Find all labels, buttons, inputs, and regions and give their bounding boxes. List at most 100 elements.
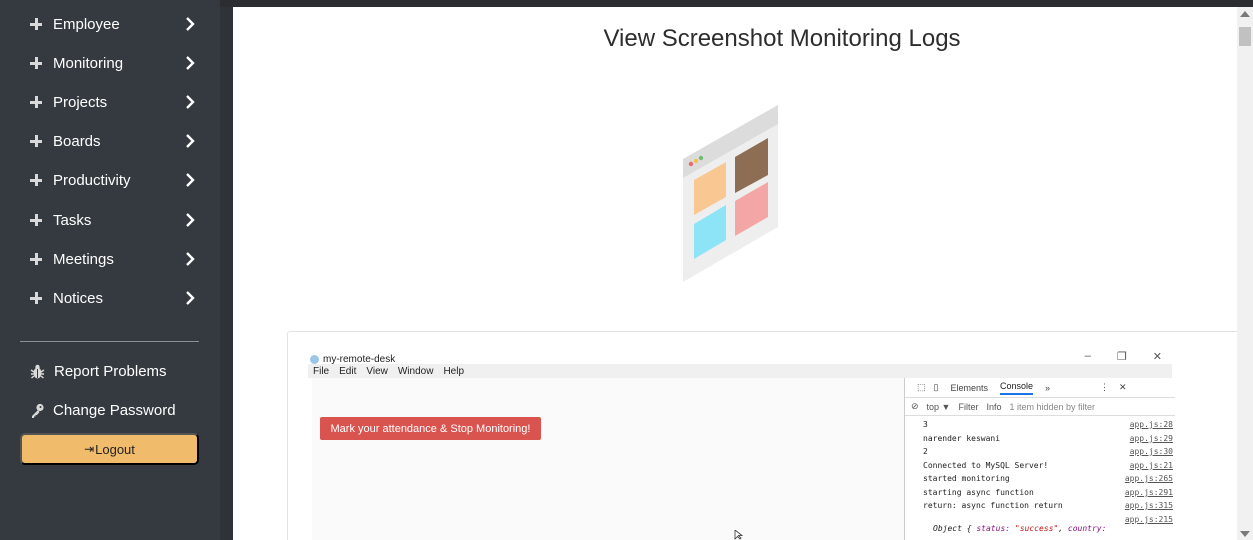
log-source: app.js:28 <box>1129 420 1173 429</box>
sidebar-item-label: Productivity <box>53 171 131 189</box>
sidebar-item-notices[interactable]: Notices <box>30 286 195 310</box>
scrollbar-thumb[interactable] <box>1239 27 1251 46</box>
log-source: app.js:265 <box>1124 474 1173 483</box>
sidebar-item-label: Tasks <box>53 211 92 229</box>
tab-console: Console <box>1000 381 1034 395</box>
sidebar-item-meetings[interactable]: Meetings <box>30 247 195 271</box>
scroll-down-icon[interactable] <box>1240 531 1250 537</box>
plus-icon <box>30 135 42 147</box>
kebab-icon: ⋮ <box>1100 382 1110 392</box>
sidebar: Employee Monitoring Projects Boards Prod… <box>0 0 220 540</box>
plus-icon <box>30 57 42 69</box>
log-source: app.js:315 <box>1124 501 1173 510</box>
menu-file: File <box>313 365 330 377</box>
sidebar-divider <box>20 341 199 342</box>
log-text: return: async function return <box>923 501 1063 510</box>
sidebar-item-productivity[interactable]: Productivity <box>30 168 195 192</box>
console-log-row: 3 app.js:28 <box>923 420 1173 429</box>
bug-icon <box>30 364 45 379</box>
console-log-row: return: async function return app.js:315 <box>923 501 1173 510</box>
level-select: Info <box>986 401 1002 412</box>
main-content: View Screenshot Monitoring Logs my-remot… <box>233 7 1237 540</box>
plus-icon <box>30 253 42 265</box>
sidebar-item-label: Monitoring <box>53 54 124 72</box>
sidebar-item-monitoring[interactable]: Monitoring <box>30 51 195 75</box>
menu-view: View <box>366 365 388 377</box>
window-illustration-icon <box>683 105 778 282</box>
report-problems-link[interactable]: Report Problems <box>30 363 167 380</box>
devtools-tabs: ⬚ ▯ Elements Console » ⋮ ✕ <box>905 378 1175 398</box>
sidebar-item-label: Notices <box>53 289 104 307</box>
close-icon: ✕ <box>1119 382 1127 392</box>
console-log-row: narender keswani app.js:29 <box>923 434 1173 443</box>
console-filter-bar: ⊘ top ▼ Filter Info 1 item hidden by fil… <box>905 398 1175 416</box>
scroll-up-icon[interactable] <box>1240 11 1250 17</box>
sidebar-item-projects[interactable]: Projects <box>30 90 195 114</box>
plus-icon <box>30 174 42 186</box>
log-text: starting async function <box>923 488 1034 497</box>
sidebar-item-label: Employee <box>53 15 120 33</box>
screenshot-card[interactable]: my-remote-desk – ❐ ✕ File Edit View Wind… <box>287 331 1237 540</box>
hidden-note: 1 item hidden by filter <box>1009 401 1096 412</box>
console-log-row: app.js:215 <box>923 515 1173 524</box>
log-text: narender keswani <box>923 434 1001 443</box>
page-title: View Screenshot Monitoring Logs <box>603 25 961 52</box>
sidebar-item-boards[interactable]: Boards <box>30 129 195 153</box>
sidebar-item-label: Boards <box>53 132 101 150</box>
mouse-cursor-icon <box>734 530 743 540</box>
plus-icon <box>30 214 42 226</box>
window-controls: – ❐ ✕ <box>1085 350 1162 363</box>
object-key: status: <box>976 524 1011 533</box>
window-menubar: File Edit View Window Help <box>308 364 1172 378</box>
log-source: app.js:29 <box>1129 434 1173 443</box>
console-object-line: Object { status: "success", country: <box>933 524 1107 533</box>
context-select: top ▼ <box>926 401 951 412</box>
plus-icon <box>30 18 42 30</box>
menu-window: Window <box>397 365 434 377</box>
close-icon: ✕ <box>1152 351 1162 363</box>
filter-input: Filter <box>958 401 979 412</box>
restore-icon: ❐ <box>1116 351 1127 363</box>
log-text: 3 <box>923 420 928 429</box>
block-icon: ⊘ <box>911 401 919 411</box>
window-title: my-remote-desk <box>323 353 396 365</box>
inspect-icon: ⬚ <box>917 382 926 392</box>
log-source: app.js:215 <box>1124 515 1173 524</box>
console-log-row: starting async function app.js:291 <box>923 488 1173 497</box>
devtools-panel: ⬚ ▯ Elements Console » ⋮ ✕ ⊘ top ▼ Filte… <box>904 378 1175 540</box>
app-icon <box>310 354 319 364</box>
chevron-right-icon <box>186 17 195 31</box>
object-prefix: Object { <box>933 524 972 533</box>
menu-help: Help <box>443 365 465 377</box>
log-source: app.js:291 <box>1124 488 1173 497</box>
plus-icon <box>30 292 42 304</box>
logout-label: Logout <box>95 441 135 457</box>
object-value: "success" <box>1014 524 1059 533</box>
change-password-label: Change Password <box>53 402 176 419</box>
key-icon <box>32 403 44 418</box>
console-log-row: 2 app.js:30 <box>923 447 1173 456</box>
log-text: Connected to MySQL Server! <box>923 461 1049 470</box>
log-source: app.js:30 <box>1129 447 1173 456</box>
console-log-row: started monitoring app.js:265 <box>923 474 1173 483</box>
chevron-right-icon <box>186 95 195 109</box>
chevron-right-icon <box>186 134 195 148</box>
sidebar-item-tasks[interactable]: Tasks <box>30 208 195 232</box>
log-text: started monitoring <box>923 474 1010 483</box>
console-log-row: Connected to MySQL Server! app.js:21 <box>923 461 1173 470</box>
chevron-right-icon <box>186 213 195 227</box>
log-text: 2 <box>923 447 928 456</box>
minimize-icon: – <box>1084 350 1091 362</box>
chevron-right-icon <box>186 173 195 187</box>
report-problems-label: Report Problems <box>54 363 167 380</box>
page-scrollbar[interactable] <box>1237 7 1253 540</box>
logout-button[interactable]: ⇥ Logout <box>20 433 199 465</box>
plus-icon <box>30 96 42 108</box>
chevron-right-icon <box>186 291 195 305</box>
device-icon: ▯ <box>933 382 939 392</box>
object-key: country: <box>1067 524 1107 533</box>
captured-window: my-remote-desk – ❐ ✕ File Edit View Wind… <box>308 350 1175 540</box>
chevron-right-icon <box>186 56 195 70</box>
change-password-link[interactable]: Change Password <box>30 402 176 419</box>
sidebar-item-employee[interactable]: Employee <box>30 12 195 36</box>
